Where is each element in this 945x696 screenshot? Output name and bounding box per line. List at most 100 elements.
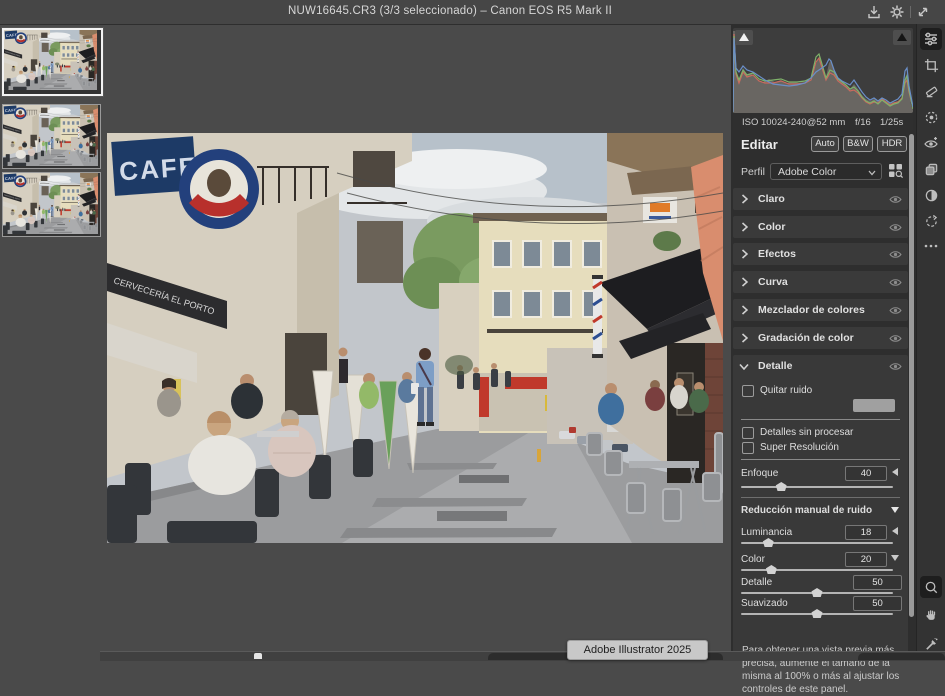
dock-tooltip: Adobe Illustrator 2025 bbox=[567, 640, 708, 660]
section-detalle-header[interactable]: Detalle bbox=[733, 355, 908, 377]
download-icon[interactable] bbox=[866, 4, 882, 20]
suavizado-slider[interactable] bbox=[741, 613, 893, 615]
section-label: Curva bbox=[758, 276, 788, 288]
section-claro[interactable]: Claro bbox=[733, 188, 908, 210]
profile-dropdown[interactable]: Adobe Color bbox=[770, 163, 882, 180]
panel-scrollbar[interactable] bbox=[909, 134, 914, 617]
shadow-clipping-indicator[interactable] bbox=[735, 30, 753, 45]
masking-tool[interactable] bbox=[920, 106, 942, 128]
super-resolucion-checkbox[interactable] bbox=[742, 442, 754, 454]
enfoque-slider-thumb[interactable] bbox=[776, 482, 787, 491]
super-resolucion-label: Super Resolución bbox=[760, 442, 839, 453]
divider bbox=[741, 419, 900, 420]
eye-icon[interactable] bbox=[889, 304, 902, 317]
luminancia-slider[interactable] bbox=[741, 542, 893, 544]
quitar-ruido-checkbox[interactable] bbox=[742, 385, 754, 397]
eye-icon[interactable] bbox=[889, 332, 902, 345]
healing-tool[interactable] bbox=[920, 80, 942, 102]
snapshots-tool[interactable] bbox=[920, 158, 942, 180]
divider bbox=[741, 459, 900, 460]
zoom-tool[interactable] bbox=[920, 576, 942, 598]
luminancia-slider-thumb[interactable] bbox=[763, 538, 774, 547]
luminancia-value[interactable]: 18 bbox=[845, 525, 887, 540]
eye-icon[interactable] bbox=[889, 193, 902, 206]
gear-icon[interactable] bbox=[889, 4, 905, 20]
divider bbox=[741, 497, 900, 498]
section-mezclador[interactable]: Mezclador de colores bbox=[733, 299, 908, 321]
more-tools[interactable] bbox=[920, 235, 942, 257]
section-gradacion[interactable]: Gradación de color bbox=[733, 327, 908, 349]
reduccion-manual-collapse-icon[interactable] bbox=[891, 507, 899, 513]
eye-icon[interactable] bbox=[889, 276, 902, 289]
quitar-ruido-amount-box bbox=[853, 399, 895, 412]
fullscreen-icon[interactable] bbox=[915, 4, 931, 20]
enfoque-value[interactable]: 40 bbox=[845, 466, 887, 481]
enfoque-slider[interactable] bbox=[741, 486, 893, 488]
edit-header: Editar bbox=[741, 137, 778, 152]
filmstrip-thumbnail-3[interactable] bbox=[2, 172, 101, 237]
shutter-value: 1/25s bbox=[880, 117, 903, 128]
chevron-right-icon bbox=[741, 277, 748, 287]
color-label: Color bbox=[741, 554, 765, 565]
detalle-sub-value[interactable]: 50 bbox=[853, 575, 902, 590]
titlebar-separator bbox=[910, 6, 911, 18]
dock-item[interactable] bbox=[858, 653, 945, 660]
eye-icon[interactable] bbox=[889, 221, 902, 234]
iso-value: ISO 100 bbox=[742, 117, 777, 128]
section-color[interactable]: Color bbox=[733, 216, 908, 238]
window-title: NUW16645.CR3 (3/3 seleccionado) – Canon … bbox=[0, 5, 900, 17]
profile-label: Perfil bbox=[741, 166, 765, 178]
color-slider-thumb[interactable] bbox=[766, 565, 777, 574]
detalle-sub-slider-thumb[interactable] bbox=[812, 588, 823, 597]
eye-icon[interactable] bbox=[889, 248, 902, 261]
detalle-sub-label: Detalle bbox=[741, 577, 772, 588]
red-eye-tool[interactable] bbox=[920, 132, 942, 154]
highlight-clipping-indicator[interactable] bbox=[893, 30, 911, 45]
hand-tool[interactable] bbox=[920, 604, 942, 626]
bw-button[interactable]: B&W bbox=[843, 136, 873, 152]
detalle-sub-slider[interactable] bbox=[741, 592, 893, 594]
suavizado-label: Suavizado bbox=[741, 598, 788, 609]
profile-browser-icon[interactable] bbox=[888, 163, 904, 179]
chevron-right-icon bbox=[741, 333, 748, 343]
dock-icon-fragment bbox=[254, 653, 262, 659]
chevron-right-icon bbox=[741, 249, 748, 259]
filmstrip-thumbnail-2[interactable] bbox=[2, 104, 101, 169]
title-bar: NUW16645.CR3 (3/3 seleccionado) – Canon … bbox=[0, 0, 945, 25]
color-expand-icon[interactable] bbox=[891, 555, 899, 561]
section-efectos[interactable]: Efectos bbox=[733, 243, 908, 265]
versions-tool[interactable] bbox=[920, 210, 942, 232]
section-label: Efectos bbox=[758, 248, 796, 260]
suavizado-value[interactable]: 50 bbox=[853, 596, 902, 611]
auto-button[interactable]: Auto bbox=[811, 136, 839, 152]
crop-tool[interactable] bbox=[920, 54, 942, 76]
eye-icon[interactable] bbox=[889, 360, 902, 373]
section-label: Color bbox=[758, 221, 785, 233]
detalles-sin-procesar-checkbox[interactable] bbox=[742, 427, 754, 439]
section-label: Mezclador de colores bbox=[758, 304, 865, 316]
main-photo-preview[interactable] bbox=[107, 133, 723, 543]
luminancia-label: Luminancia bbox=[741, 527, 792, 538]
detalles-sin-procesar-label: Detalles sin procesar bbox=[760, 427, 853, 438]
hdr-button[interactable]: HDR bbox=[877, 136, 907, 152]
section-curva[interactable]: Curva bbox=[733, 271, 908, 293]
color-value[interactable]: 20 bbox=[845, 552, 887, 567]
filmstrip-thumbnail-1-selected[interactable] bbox=[2, 28, 103, 96]
tool-column bbox=[916, 24, 945, 660]
suavizado-slider-thumb[interactable] bbox=[812, 609, 823, 618]
edit-panel: ISO 100 24-240@52 mm f/16 1/25s Editar A… bbox=[731, 24, 916, 660]
chevron-down-icon bbox=[868, 170, 876, 176]
exif-metadata-row: ISO 100 24-240@52 mm f/16 1/25s bbox=[733, 113, 913, 130]
enfoque-label: Enfoque bbox=[741, 468, 778, 479]
presets-tool[interactable] bbox=[920, 184, 942, 206]
section-detalle-expanded: Detalle Quitar ruido Detalles sin proces… bbox=[733, 355, 908, 660]
luminancia-collapse-icon[interactable] bbox=[892, 527, 898, 535]
lens-value: 24-240@52 mm bbox=[777, 117, 845, 128]
enfoque-collapse-icon[interactable] bbox=[892, 468, 898, 476]
section-label: Detalle bbox=[758, 360, 792, 372]
histogram[interactable] bbox=[733, 28, 913, 113]
quitar-ruido-label: Quitar ruido bbox=[760, 385, 812, 396]
chevron-right-icon bbox=[741, 305, 748, 315]
edit-tool[interactable] bbox=[920, 28, 942, 50]
color-slider[interactable] bbox=[741, 569, 893, 571]
